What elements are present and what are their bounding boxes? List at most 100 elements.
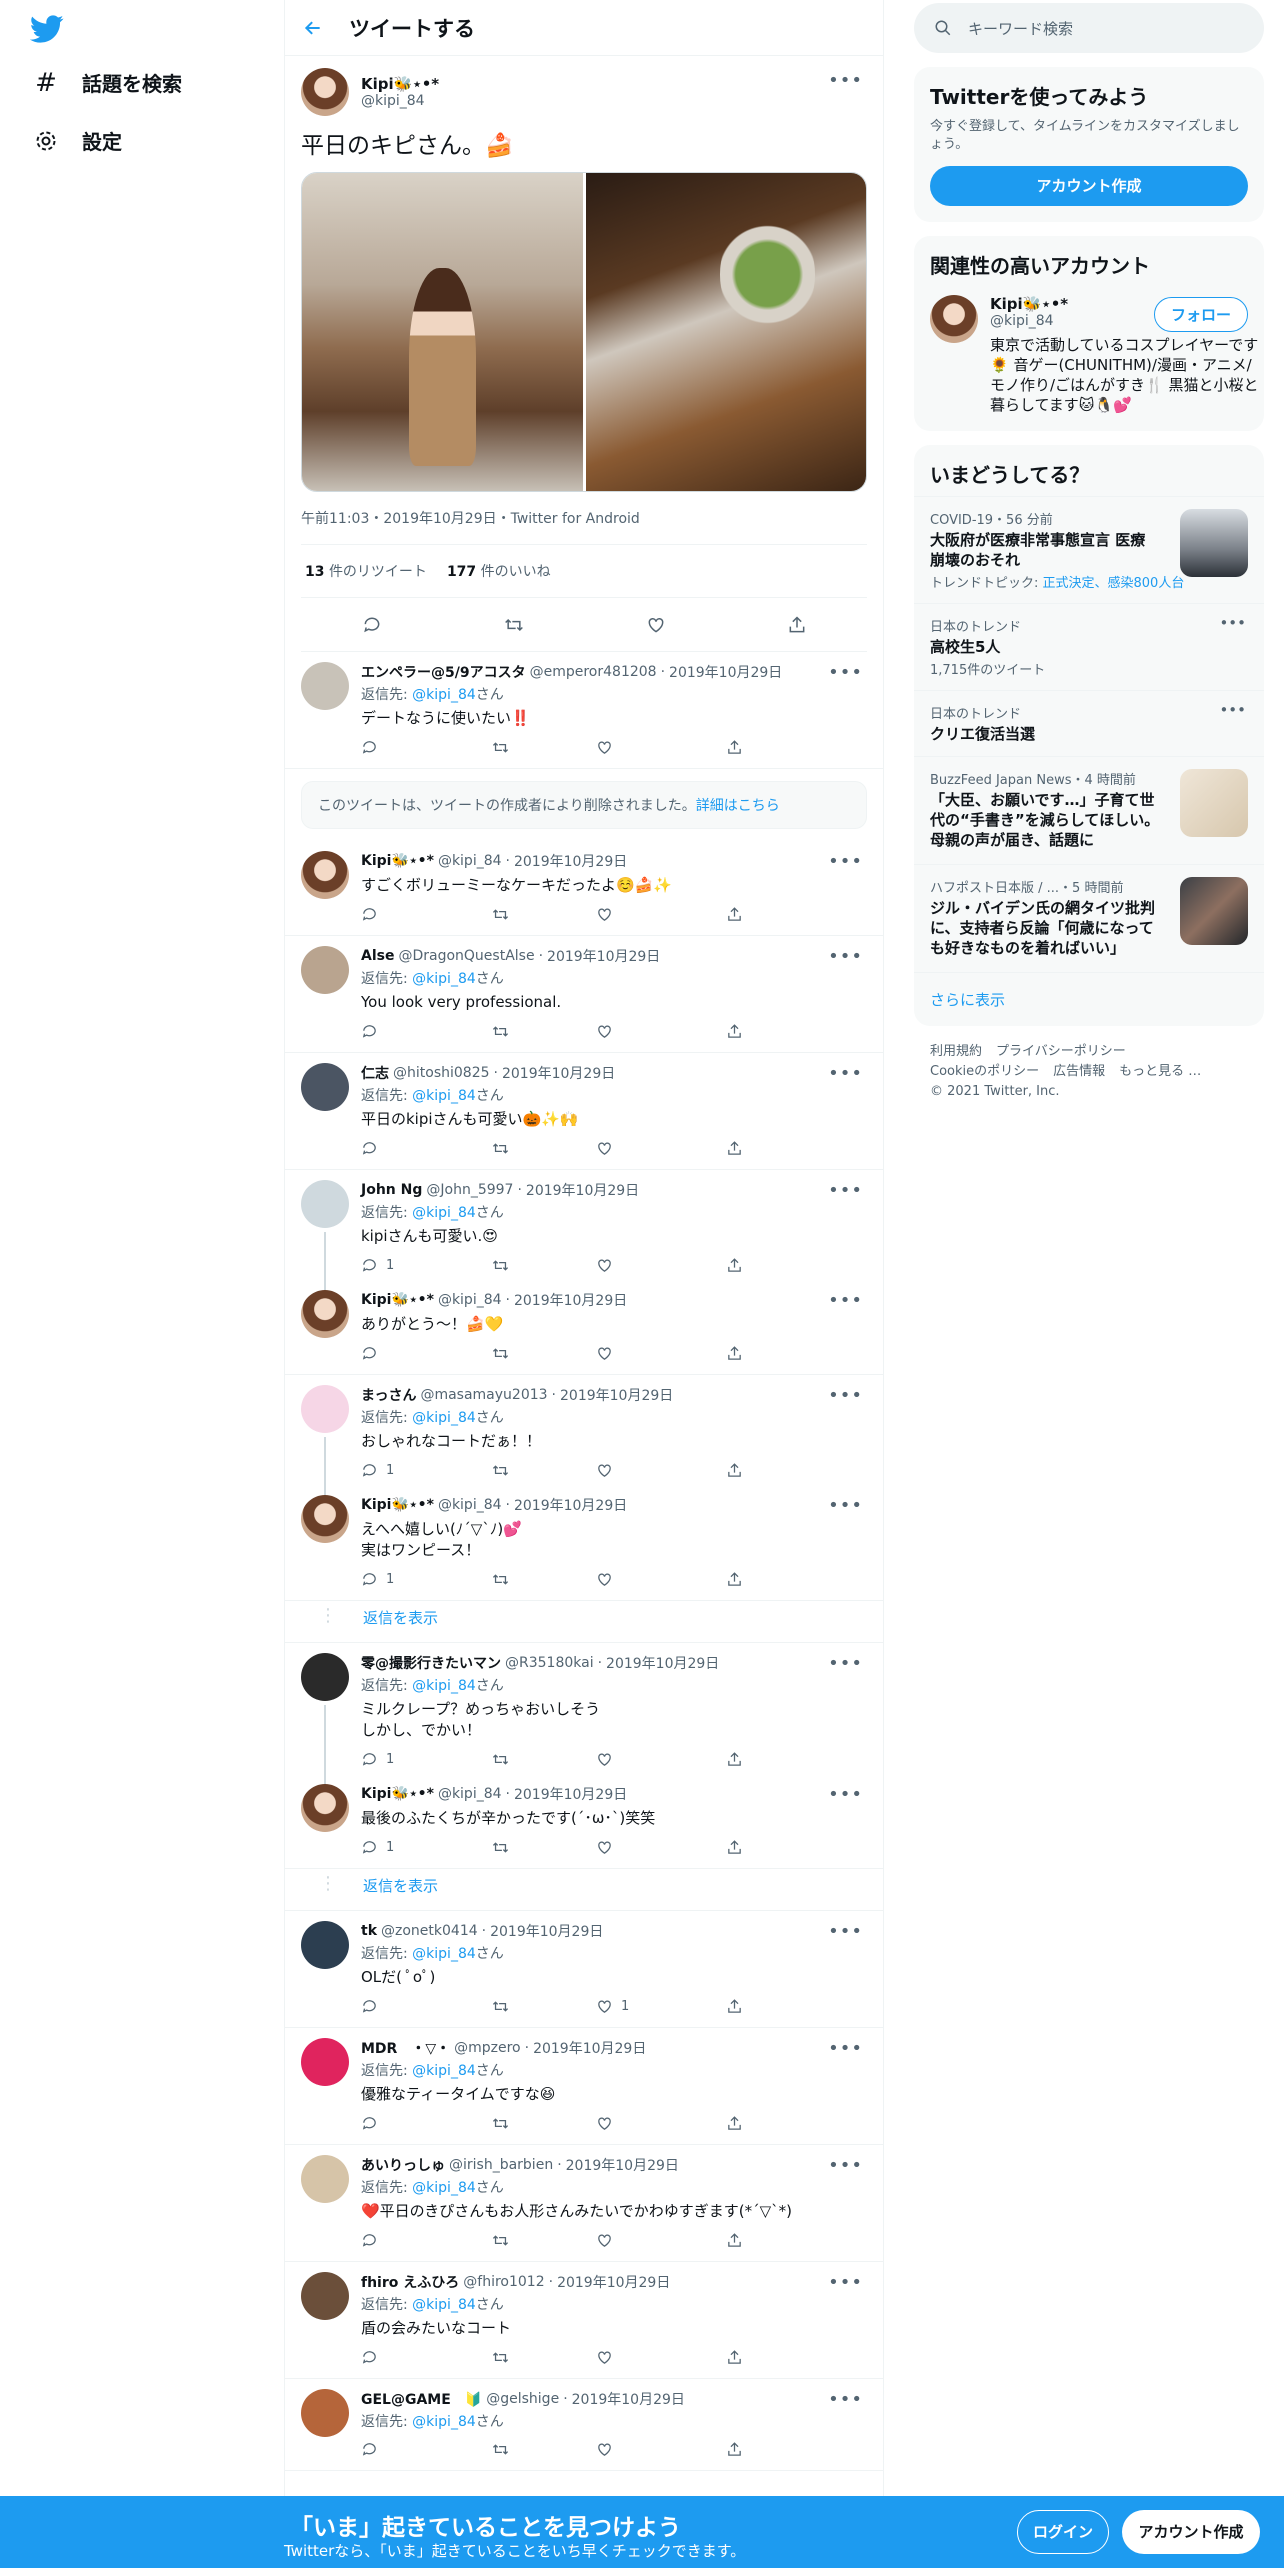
reply-button[interactable]: 1 (361, 1257, 446, 1274)
avatar[interactable] (301, 1495, 349, 1543)
more-options-icon[interactable]: ••• (828, 1921, 863, 1942)
author-handle[interactable]: @DragonQuestAlse (398, 948, 534, 964)
like-button[interactable] (596, 1140, 681, 1157)
author-name[interactable]: MDR ・▽・ (361, 2038, 450, 2058)
follow-button[interactable]: フォロー (1153, 297, 1248, 332)
nav-explore[interactable]: # 話題を検索 (32, 68, 182, 98)
author-name[interactable]: あいりっしゅ (361, 2155, 445, 2175)
reply-button[interactable] (361, 2349, 446, 2366)
reply-date[interactable]: 2019年10月29日 (533, 2038, 646, 2058)
retweet-button[interactable] (491, 2349, 551, 2366)
reply-to-handle[interactable]: @kipi_84 (412, 1205, 476, 1221)
author-name[interactable]: 仁志 (361, 1063, 389, 1083)
trend-item[interactable]: BuzzFeed Japan News・4 時間前 「大臣、お願いです…」子育て… (914, 756, 1264, 864)
avatar[interactable] (301, 662, 349, 710)
reply-to-handle[interactable]: @kipi_84 (412, 971, 476, 987)
reply-tweet[interactable]: ••• エンペラー@5/9アコスタ @emperor481208 · 2019年10月2… (285, 652, 883, 769)
trend-item[interactable]: ••• 日本のトレンド クリエ復活当選 (914, 690, 1264, 756)
author-name[interactable]: Kipi🐝⋆•* (361, 75, 439, 93)
reply-button[interactable] (361, 906, 446, 923)
reply-button[interactable] (361, 739, 446, 756)
reply-date[interactable]: 2019年10月29日 (547, 946, 660, 966)
like-button[interactable] (596, 2232, 681, 2249)
retweet-button[interactable] (491, 739, 551, 756)
more-options-icon[interactable]: ••• (828, 1063, 863, 1084)
share-button[interactable] (726, 1839, 786, 1856)
like-button[interactable] (596, 1462, 681, 1479)
more-options-icon[interactable]: ••• (828, 1290, 863, 1311)
share-button[interactable] (726, 2349, 786, 2366)
reply-date[interactable]: 2019年10月29日 (514, 1495, 627, 1515)
trend-item[interactable]: ハフポスト日本版 / ...・5 時間前 ジル・バイデン氏の網タイツ批判に、支持… (914, 864, 1264, 972)
trend-item[interactable]: ••• 日本のトレンド 高校生5人 1,715件のツイート (914, 603, 1264, 690)
share-button[interactable] (726, 1462, 786, 1479)
reply-button[interactable] (361, 2441, 446, 2458)
retweet-button[interactable] (491, 1462, 551, 1479)
show-replies-link[interactable]: 返信を表示 (285, 1869, 883, 1911)
photo-2[interactable] (585, 173, 866, 491)
retweet-button[interactable] (491, 1023, 551, 1040)
avatar[interactable] (301, 946, 349, 994)
reply-to-handle[interactable]: @kipi_84 (412, 1088, 476, 1104)
reply-date[interactable]: 2019年10月29日 (560, 1385, 673, 1405)
author-name[interactable]: Kipi🐝⋆•* (361, 1786, 434, 1802)
author-name[interactable]: Kipi🐝⋆•* (361, 1497, 434, 1513)
related-account[interactable]: Kipi🐝⋆•* @kipi_84 東京で活動しているコスプレイヤーです🌻 音ゲ… (914, 287, 1264, 431)
reply-date[interactable]: 2019年10月29日 (514, 851, 627, 871)
retweet-button[interactable] (491, 2115, 551, 2132)
retweet-button[interactable] (491, 1839, 551, 1856)
like-button[interactable] (596, 739, 681, 756)
author-handle[interactable]: @kipi_84 (438, 1292, 502, 1308)
author-handle[interactable]: @zonetk0414 (381, 1923, 478, 1939)
like-count[interactable]: 177 件のいいね (447, 561, 551, 581)
trend-item[interactable]: COVID-19・56 分前 大阪府が医療非常事態宣言 医療崩壊のおそれ トレン… (914, 496, 1264, 603)
avatar[interactable] (301, 2038, 349, 2086)
footer-privacy[interactable]: プライバシーポリシー (996, 1044, 1126, 1059)
photo-1[interactable] (302, 173, 583, 491)
reply-to-handle[interactable]: @kipi_84 (412, 1678, 476, 1694)
retweet-button[interactable] (491, 1751, 551, 1768)
more-options-icon[interactable]: ••• (828, 2038, 863, 2059)
reply-to-handle[interactable]: @kipi_84 (412, 2414, 476, 2430)
signup-button[interactable]: アカウント作成 (1122, 2510, 1260, 2554)
avatar[interactable] (301, 2155, 349, 2203)
reply-date[interactable]: 2019年10月29日 (514, 1290, 627, 1310)
avatar[interactable] (301, 1180, 349, 1228)
like-button[interactable] (596, 1345, 681, 1362)
reply-tweet[interactable]: ••• まっさん @masamayu2013 · 2019年10月29日 返信先: @ki… (285, 1375, 883, 1495)
author-name[interactable]: fhiro えふひろ (361, 2272, 459, 2292)
reply-tweet[interactable]: ••• Alse @DragonQuestAlse · 2019年10月29日 返信先: … (285, 936, 883, 1053)
avatar[interactable] (301, 1385, 349, 1433)
reply-tweet[interactable]: ••• fhiro えふひろ @fhiro1012 · 2019年10月29日 返信先: … (285, 2262, 883, 2379)
reply-date[interactable]: 2019年10月29日 (669, 662, 782, 682)
reply-tweet[interactable]: ••• Kipi🐝⋆•* @kipi_84 · 2019年10月29日 ありがとう〜！🍰💛 (285, 1280, 883, 1375)
more-options-icon[interactable]: ••• (828, 1495, 863, 1516)
reply-tweet[interactable]: ••• Kipi🐝⋆•* @kipi_84 · 2019年10月29日 すごくボリューミー… (285, 841, 883, 936)
reply-to-handle[interactable]: @kipi_84 (412, 2063, 476, 2079)
avatar[interactable] (301, 1063, 349, 1111)
more-options-icon[interactable]: ••• (828, 70, 863, 91)
tweet-media[interactable] (301, 172, 867, 492)
share-button[interactable] (726, 1140, 786, 1157)
footer-cookies[interactable]: Cookieのポリシー (930, 1064, 1039, 1079)
author-name[interactable]: エンペラー@5/9アコスタ (361, 662, 526, 682)
more-options-icon[interactable]: ••• (828, 1653, 863, 1674)
reply-tweet[interactable]: ••• tk @zonetk0414 · 2019年10月29日 返信先: @kipi_8… (285, 1911, 883, 2028)
more-options-icon[interactable]: ••• (828, 1784, 863, 1805)
retweet-button[interactable] (491, 2232, 551, 2249)
author-handle[interactable]: @hitoshi0825 (393, 1065, 490, 1081)
login-button[interactable]: ログイン (1017, 2510, 1109, 2554)
retweet-button[interactable] (491, 906, 551, 923)
share-button[interactable] (726, 1257, 786, 1274)
reply-button[interactable] (361, 1140, 446, 1157)
reply-tweet[interactable]: ••• MDR ・▽・ @mpzero · 2019年10月29日 返信先: @kipi_… (285, 2028, 883, 2145)
more-options-icon[interactable]: ••• (1219, 701, 1246, 719)
retweet-button[interactable] (491, 1571, 551, 1588)
like-button[interactable] (596, 2115, 681, 2132)
reply-tweet[interactable]: ••• Kipi🐝⋆•* @kipi_84 · 2019年10月29日 最後のふたくちが辛… (285, 1774, 883, 1869)
nav-settings[interactable]: 設定 (32, 126, 122, 155)
retweet-button[interactable] (491, 1257, 551, 1274)
reply-button[interactable]: 1 (361, 1839, 446, 1856)
reply-date[interactable]: 2019年10月29日 (606, 1653, 719, 1673)
more-options-icon[interactable]: ••• (828, 2272, 863, 2293)
